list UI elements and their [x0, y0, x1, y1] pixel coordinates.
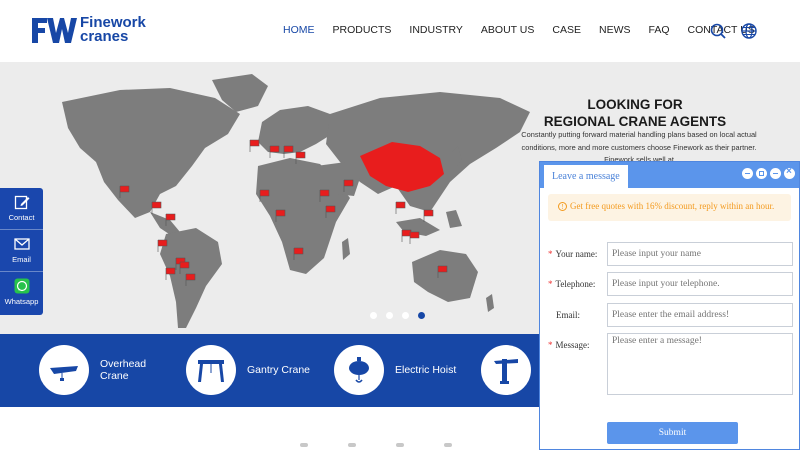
leave-message-panel: Leave a message !Get free quotes with 16…: [539, 161, 800, 450]
nav-case[interactable]: CASE: [552, 24, 581, 36]
maximize-icon[interactable]: [756, 168, 767, 179]
discount-notice: ! Get free quotes with 16% discount, repl…: [548, 194, 791, 221]
slider-dot-4[interactable]: [418, 312, 425, 319]
heading-fragment: [396, 443, 404, 447]
chat-window-controls: [739, 166, 795, 179]
gantry-crane-icon: [198, 360, 224, 382]
discount-notice-text: Get free quotes with 16% discount, reply…: [570, 201, 775, 211]
hero-title-line1: LOOKING FOR: [587, 97, 683, 112]
product-icon-circle: [481, 345, 531, 395]
slider-dot-3[interactable]: [402, 312, 409, 319]
product-icon-circle: [186, 345, 236, 395]
logo-text-line2: cranes: [80, 28, 129, 45]
product-label: Electric Hoist: [395, 364, 457, 376]
slider-dot-1[interactable]: [370, 312, 377, 319]
name-label: * Your name:: [548, 249, 597, 259]
leave-message-tab[interactable]: Leave a message: [544, 165, 628, 188]
hero-title-line2: REGIONAL CRANE AGENTS: [543, 114, 727, 129]
nav-news[interactable]: NEWS: [599, 24, 631, 36]
page: Finework cranes HOME PRODUCTS INDUSTRY A…: [0, 0, 800, 450]
side-whatsapp-label: Whatsapp: [4, 297, 39, 306]
logo[interactable]: Finework cranes: [31, 15, 146, 45]
heading-fragment: [444, 443, 452, 447]
telephone-label: * Telephone:: [548, 279, 595, 289]
search-icon[interactable]: [710, 23, 726, 39]
globe-icon[interactable]: [741, 23, 757, 39]
edit-icon: [14, 195, 29, 210]
chat-header: Leave a message: [540, 162, 799, 188]
telephone-input[interactable]: [607, 272, 793, 296]
required-mark: *: [548, 340, 553, 350]
product-icon-circle: [39, 345, 89, 395]
product-gantry-crane[interactable]: Gantry Crane: [186, 345, 327, 395]
nav-faq[interactable]: FAQ: [648, 24, 669, 36]
hero-title: LOOKING FOR REGIONAL CRANE AGENTS: [520, 96, 750, 130]
side-whatsapp-button[interactable]: Whatsapp: [0, 272, 43, 314]
slider-dot-2[interactable]: [386, 312, 393, 319]
email-input[interactable]: [607, 303, 793, 327]
main-nav: HOME PRODUCTS INDUSTRY ABOUT US CASE NEW…: [283, 24, 773, 36]
logo-mark-icon: [32, 18, 77, 43]
submit-button[interactable]: Submit: [607, 422, 738, 444]
electric-hoist-icon: [349, 357, 369, 383]
name-label-text: Your name:: [555, 249, 598, 259]
slider-dots: [370, 312, 434, 319]
nav-about-us[interactable]: ABOUT US: [481, 24, 534, 36]
overhead-crane-icon: [50, 366, 78, 381]
name-input[interactable]: [607, 242, 793, 266]
section-heading-partial: [300, 443, 492, 447]
nav-products[interactable]: PRODUCTS: [333, 24, 392, 36]
site-header: Finework cranes HOME PRODUCTS INDUSTRY A…: [0, 0, 800, 62]
side-contact-label: Contact: [8, 213, 35, 222]
minimize-icon[interactable]: [770, 168, 781, 179]
message-label-text: Message:: [555, 340, 590, 350]
product-label: Overhead Crane: [100, 358, 147, 382]
telephone-label-text: Telephone:: [555, 279, 596, 289]
collapse-icon[interactable]: [742, 168, 753, 179]
heading-fragment: [300, 443, 308, 447]
required-mark: *: [548, 279, 553, 289]
jib-crane-icon: [494, 359, 518, 384]
info-icon: !: [558, 202, 567, 212]
product-overhead-crane[interactable]: Overhead Crane: [39, 345, 160, 395]
message-textarea[interactable]: [607, 333, 793, 395]
side-email-label: Email: [12, 255, 31, 264]
mail-icon: [13, 238, 30, 250]
close-icon[interactable]: [784, 166, 795, 179]
heading-fragment: [348, 443, 356, 447]
product-icon-circle: [334, 345, 384, 395]
side-contact-bar: Contact Email Whatsapp: [0, 188, 43, 315]
side-email-button[interactable]: Email: [0, 230, 43, 272]
product-electric-hoist[interactable]: Electric Hoist: [334, 345, 475, 395]
required-mark: *: [548, 249, 553, 259]
whatsapp-icon: [14, 278, 29, 294]
email-label: Email:: [556, 310, 580, 320]
nav-industry[interactable]: INDUSTRY: [409, 24, 462, 36]
message-label: * Message:: [548, 340, 590, 350]
nav-home[interactable]: HOME: [283, 24, 315, 36]
logo-text: Finework cranes: [80, 15, 146, 45]
side-contact-button[interactable]: Contact: [0, 188, 43, 230]
product-label: Gantry Crane: [247, 364, 311, 376]
